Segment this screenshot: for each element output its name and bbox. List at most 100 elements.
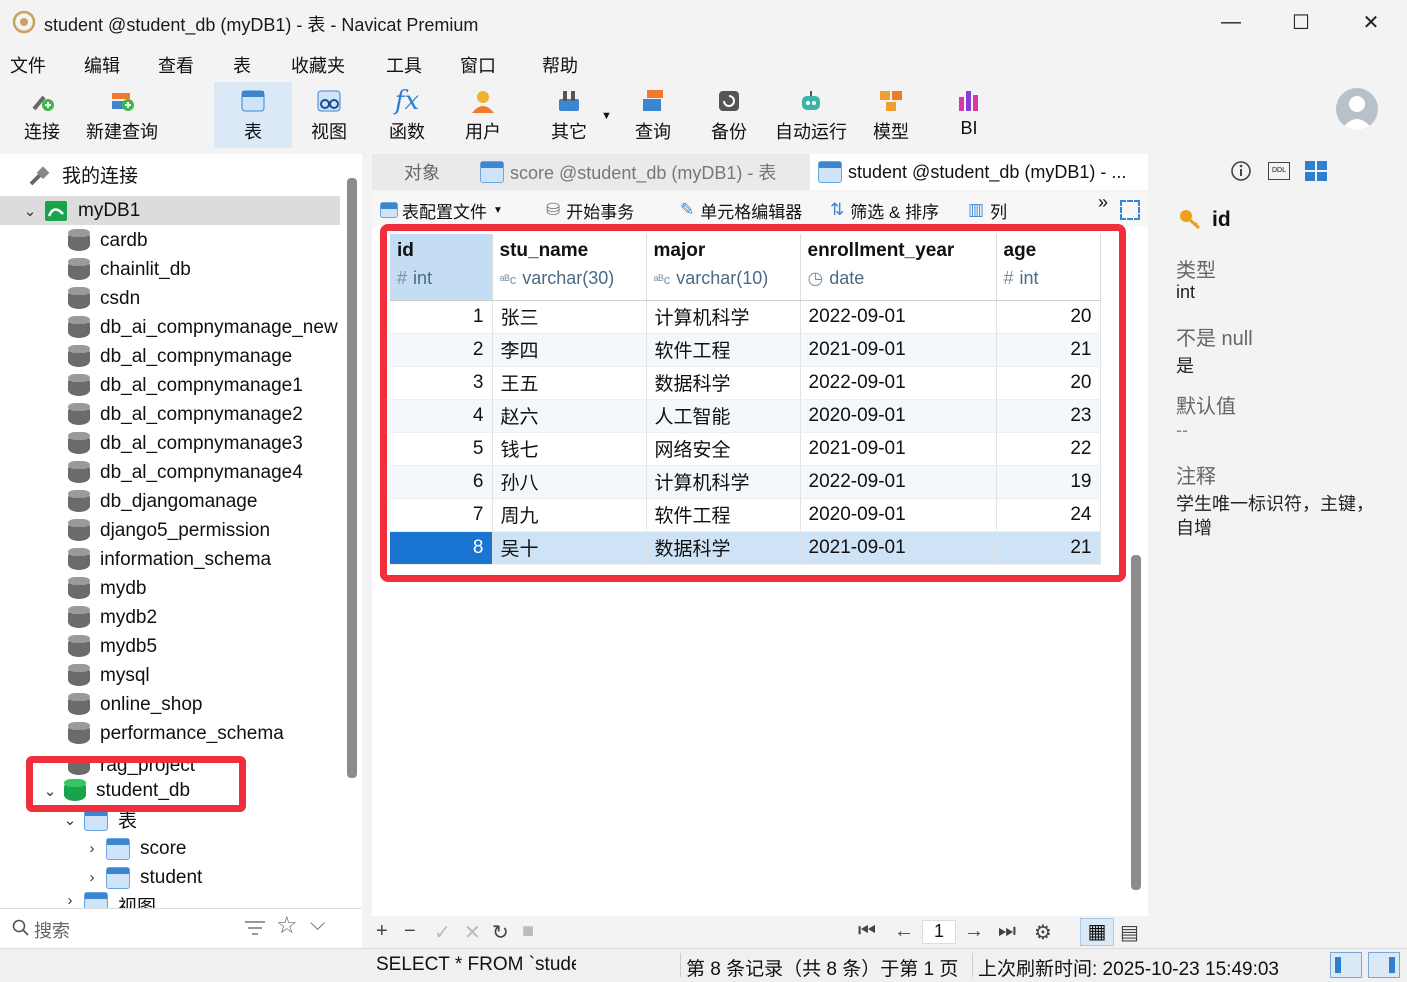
search-icon bbox=[12, 919, 29, 936]
tree-db-item[interactable]: online_shop bbox=[0, 690, 340, 719]
grid-scrollbar[interactable] bbox=[1131, 555, 1141, 890]
columns-button[interactable]: ▥ 列 bbox=[968, 200, 1007, 220]
tree-table-label: student bbox=[140, 866, 203, 888]
page-number-input[interactable]: 1 bbox=[922, 920, 956, 944]
first-page-icon[interactable]: ⏮ bbox=[858, 920, 876, 943]
tree-db-item[interactable]: db_al_compnymanage bbox=[0, 342, 340, 371]
menu-file[interactable]: 文件 bbox=[10, 52, 46, 78]
avatar[interactable] bbox=[1336, 88, 1378, 130]
more-button[interactable]: » bbox=[1098, 192, 1108, 213]
next-page-icon[interactable]: → bbox=[964, 920, 984, 943]
tree-db-item[interactable]: db_al_compnymanage1 bbox=[0, 371, 340, 400]
toolbar-bi-button[interactable]: BI bbox=[940, 82, 998, 148]
toolbar-user-button[interactable]: 用户 bbox=[454, 82, 512, 148]
discard-icon[interactable]: ✕ bbox=[464, 920, 481, 945]
tree-db-item[interactable]: mydb5 bbox=[0, 632, 340, 661]
menu-help[interactable]: 帮助 bbox=[542, 52, 578, 78]
toolbar-connect-button[interactable]: 连接 bbox=[14, 82, 70, 148]
chevron-right-icon[interactable]: › bbox=[62, 892, 78, 908]
refresh-icon[interactable]: ↻ bbox=[492, 920, 509, 945]
left-panel-toggle-icon[interactable] bbox=[1330, 952, 1362, 978]
type-label: 类型 bbox=[1176, 260, 1216, 282]
tree-db-item[interactable]: cardb bbox=[0, 226, 340, 255]
tree-db-item[interactable]: db_djangomanage bbox=[0, 487, 340, 516]
toolbar-label: 函数 bbox=[389, 122, 425, 142]
tree-db-item[interactable]: db_al_compnymanage2 bbox=[0, 400, 340, 429]
chevron-down-icon[interactable]: ▼ bbox=[601, 110, 612, 122]
filter-icon[interactable] bbox=[244, 919, 266, 937]
stop-icon[interactable]: ■ bbox=[522, 920, 534, 943]
menu-favorites[interactable]: 收藏夹 bbox=[291, 52, 345, 78]
tree-db-item[interactable]: db_ai_compnymanage_new bbox=[0, 313, 340, 342]
tree-scrollbar[interactable] bbox=[347, 178, 357, 778]
tree-db-item[interactable]: db_al_compnymanage3 bbox=[0, 429, 340, 458]
fullscreen-icon[interactable] bbox=[1120, 200, 1140, 220]
star-icon[interactable]: ☆ bbox=[276, 911, 298, 940]
menu-table[interactable]: 表 bbox=[233, 52, 251, 78]
minimize-button[interactable]: — bbox=[1196, 0, 1266, 44]
tab-objects[interactable]: 对象 bbox=[372, 154, 472, 190]
tree-db-item[interactable]: chainlit_db bbox=[0, 255, 340, 284]
database-icon bbox=[68, 228, 90, 253]
tree-db-label: cardb bbox=[100, 229, 148, 251]
tree-db-item[interactable]: performance_schema bbox=[0, 719, 340, 748]
tree-db-item[interactable]: csdn bbox=[0, 284, 340, 313]
menu-tools[interactable]: 工具 bbox=[386, 52, 422, 78]
grid-view-icon[interactable]: ▦ bbox=[1080, 918, 1114, 946]
tree-table-score[interactable]: › score bbox=[0, 834, 340, 863]
tree-db-item[interactable]: db_al_compnymanage4 bbox=[0, 458, 340, 487]
toolbar-table-button[interactable]: 表 bbox=[214, 82, 292, 148]
toolbar-label: 表 bbox=[244, 122, 262, 142]
toolbar-backup-button[interactable]: 备份 bbox=[700, 82, 758, 148]
toolbar-function-button[interactable]: fx 函数 bbox=[378, 82, 436, 148]
notnull-label: 不是 null bbox=[1176, 328, 1253, 350]
tree-header[interactable]: 我的连接 bbox=[0, 160, 340, 189]
menu-edit[interactable]: 编辑 bbox=[84, 52, 120, 78]
tree-db-item[interactable]: information_schema bbox=[0, 545, 340, 574]
toolbar-view-button[interactable]: 视图 bbox=[300, 82, 358, 148]
info-icon[interactable] bbox=[1230, 160, 1252, 182]
menu-window[interactable]: 窗口 bbox=[460, 52, 496, 78]
database-icon bbox=[68, 402, 90, 427]
tree-views-node[interactable]: › 视图 bbox=[0, 892, 340, 908]
toolbar-query-button[interactable]: 查询 bbox=[624, 82, 682, 148]
database-icon bbox=[68, 431, 90, 456]
chevron-right-icon[interactable]: › bbox=[84, 840, 100, 857]
tab-score[interactable]: score @student_db (myDB1) - 表 bbox=[472, 154, 808, 190]
tree-db-item[interactable]: mydb2 bbox=[0, 603, 340, 632]
last-page-icon[interactable]: ⏭ bbox=[998, 920, 1016, 943]
previous-page-icon[interactable]: ← bbox=[894, 920, 914, 943]
ddl-icon[interactable]: DDL bbox=[1268, 162, 1290, 180]
tree-db-item[interactable]: mydb bbox=[0, 574, 340, 603]
chevron-right-icon[interactable]: › bbox=[84, 869, 100, 886]
delete-record-icon[interactable]: − bbox=[404, 920, 416, 943]
tree-table-student[interactable]: › student bbox=[0, 863, 340, 892]
close-button[interactable]: ✕ bbox=[1336, 0, 1406, 44]
maximize-button[interactable]: ☐ bbox=[1266, 0, 1336, 44]
form-view-icon[interactable]: ▤ bbox=[1120, 920, 1139, 945]
tree-db-item[interactable]: django5_permission bbox=[0, 516, 340, 545]
toolbar-other-button[interactable]: 其它 bbox=[540, 82, 598, 148]
config-file-button[interactable]: 表配置文件 ▼ bbox=[380, 200, 503, 220]
model-icon bbox=[880, 91, 902, 111]
tree-connection-mydb1[interactable]: ⌄ myDB1 bbox=[0, 196, 340, 225]
grid-layout-icon[interactable] bbox=[1304, 160, 1328, 182]
menu-view[interactable]: 查看 bbox=[158, 52, 194, 78]
search-input[interactable]: 搜索 bbox=[34, 917, 70, 943]
begin-transaction-button[interactable]: ⛁ 开始事务 bbox=[546, 200, 634, 220]
table-icon bbox=[106, 866, 130, 889]
filter-sort-button[interactable]: ⇅ 筛选 & 排序 bbox=[830, 200, 939, 220]
tab-student[interactable]: student @student_db (myDB1) - ... bbox=[810, 154, 1148, 190]
collapse-icon[interactable]: ⌵ bbox=[310, 913, 325, 936]
chevron-down-icon[interactable]: ⌄ bbox=[22, 202, 38, 220]
toolbar-automation-button[interactable]: 自动运行 bbox=[772, 82, 850, 148]
right-panel-toggle-icon[interactable] bbox=[1368, 952, 1400, 978]
add-record-icon[interactable]: + bbox=[376, 920, 388, 943]
chevron-down-icon[interactable]: ⌄ bbox=[62, 811, 78, 829]
cell-editor-button[interactable]: ✎ 单元格编辑器 bbox=[680, 200, 802, 220]
settings-gear-icon[interactable]: ⚙ bbox=[1034, 920, 1052, 945]
toolbar-new-query-button[interactable]: 新建查询 bbox=[82, 82, 162, 148]
apply-icon[interactable]: ✓ bbox=[434, 920, 451, 945]
tree-db-item[interactable]: mysql bbox=[0, 661, 340, 690]
toolbar-model-button[interactable]: 模型 bbox=[862, 82, 920, 148]
